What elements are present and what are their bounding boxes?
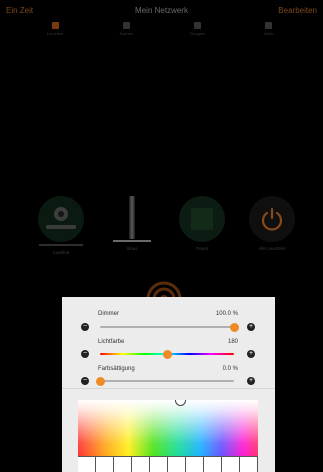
color-swatch[interactable]	[150, 456, 168, 472]
tab-label: Mehr	[264, 31, 274, 36]
dimmer-plus-button[interactable]: +	[247, 323, 255, 331]
light-control-sheet: Dimmer 100.0 % − + Lichtfarbe 180 − + Fa…	[62, 297, 275, 472]
panel-icon	[179, 196, 225, 242]
color-swatch[interactable]	[96, 456, 114, 472]
divider	[62, 388, 275, 389]
lichtfarbe-slider-thumb[interactable]	[162, 349, 172, 359]
tab-bar: Leuchten Szenen Gruppen Mehr	[40, 20, 284, 40]
lichtfarbe-plus-button[interactable]: +	[247, 350, 255, 358]
dimmer-row: Dimmer 100.0 %	[98, 311, 238, 321]
tab-label: Leuchten	[46, 31, 64, 36]
farbsaettigung-minus-button[interactable]: −	[81, 377, 89, 385]
dimmer-value: 100.0 %	[215, 311, 238, 317]
lamp-icon	[51, 22, 59, 29]
farbsaettigung-slider-track[interactable]	[100, 380, 234, 382]
floor-lamp-icon	[109, 196, 155, 242]
group-icon	[194, 22, 202, 29]
device-sirius[interactable]: Sirius	[104, 196, 160, 251]
dimmer-label: Dimmer	[98, 311, 119, 317]
camera-lamp-icon	[38, 196, 84, 242]
device-label: Sirius	[126, 246, 138, 251]
tab-szenen[interactable]: Szenen	[111, 20, 141, 40]
page-title: Mein Netzwerk	[135, 6, 188, 15]
dimmer-slider-track[interactable]	[100, 326, 234, 328]
color-swatch[interactable]	[204, 456, 222, 472]
power-icon	[249, 196, 295, 242]
header-bar: Ein Zeit Mein Netzwerk Bearbeiten	[0, 0, 323, 22]
farbsaettigung-plus-button[interactable]: +	[247, 377, 255, 385]
lichtfarbe-row: Lichtfarbe 180	[98, 339, 238, 349]
edit-button[interactable]: Bearbeiten	[278, 6, 317, 15]
color-swatch[interactable]	[114, 456, 132, 472]
tab-gruppen[interactable]: Gruppen	[183, 20, 213, 40]
dimmer-slider-thumb[interactable]	[229, 322, 239, 332]
color-swatch[interactable]	[186, 456, 204, 472]
color-swatch[interactable]	[168, 456, 186, 472]
color-picker-cursor[interactable]	[175, 400, 186, 406]
tab-label: Szenen	[119, 31, 134, 36]
color-swatch[interactable]	[78, 456, 96, 472]
color-swatch-row	[78, 456, 258, 472]
tab-leuchten[interactable]: Leuchten	[40, 20, 70, 40]
device-label: Alle Leuchten	[258, 246, 286, 251]
color-swatch[interactable]	[240, 456, 258, 472]
farbsaettigung-label: Farbsättigung	[98, 366, 135, 372]
device-label: Panel	[196, 246, 208, 251]
farbsaettigung-row: Farbsättigung 0.0 %	[98, 366, 238, 376]
lichtfarbe-minus-button[interactable]: −	[81, 350, 89, 358]
device-underline	[39, 244, 83, 246]
color-picker[interactable]	[78, 400, 258, 472]
farbsaettigung-slider-thumb[interactable]	[95, 376, 105, 386]
color-swatch[interactable]	[132, 456, 150, 472]
more-icon	[265, 22, 273, 29]
lichtfarbe-value: 180	[227, 339, 238, 345]
tab-label: Gruppen	[189, 31, 206, 36]
scene-icon	[122, 22, 130, 29]
device-alle-leuchten[interactable]: Alle Leuchten	[244, 196, 300, 251]
dimmer-minus-button[interactable]: −	[81, 323, 89, 331]
device-camline[interactable]: Camline	[33, 196, 89, 255]
farbsaettigung-value: 0.0 %	[222, 366, 238, 372]
device-label: Camline	[52, 250, 70, 255]
color-swatch[interactable]	[222, 456, 240, 472]
lichtfarbe-label: Lichtfarbe	[98, 339, 125, 345]
tab-mehr[interactable]: Mehr	[254, 20, 284, 40]
device-panel[interactable]: Panel	[174, 196, 230, 251]
